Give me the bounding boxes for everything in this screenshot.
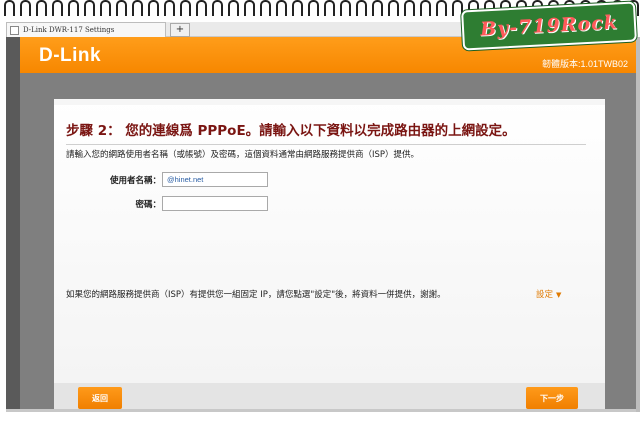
firmware-version: 韌體版本:1.01TWB02 bbox=[541, 59, 628, 69]
wizard-step-title: 步驟 2： 您的連線爲 PPPoE。請輸入以下資料以完成路由器的上網設定。 bbox=[66, 119, 586, 145]
wizard-description: 請輸入您的網路使用者名稱（或帳號）及密碼，這個資料通常由網路服務提供商（ISP）… bbox=[66, 150, 420, 160]
spiral-ring bbox=[404, 0, 415, 16]
spiral-ring bbox=[100, 0, 111, 16]
spiral-ring bbox=[388, 0, 399, 16]
password-label: 密碼： bbox=[135, 200, 161, 210]
static-ip-note: 如果您的網路服務提供商（ISP）有提供您一組固定 IP，請您點選"設定"後，將資… bbox=[66, 290, 446, 300]
spiral-ring bbox=[340, 0, 351, 16]
spiral-ring bbox=[132, 0, 143, 16]
spiral-ring bbox=[148, 0, 159, 16]
new-tab-button[interactable]: + bbox=[170, 23, 190, 37]
spiral-ring bbox=[180, 0, 191, 16]
panel-top-band bbox=[54, 99, 605, 105]
page-favicon-icon bbox=[10, 25, 19, 35]
spiral-ring bbox=[68, 0, 79, 16]
dlink-logo: D-Link bbox=[39, 45, 102, 66]
spiral-ring bbox=[84, 0, 95, 16]
spiral-ring bbox=[196, 0, 207, 16]
spiral-ring bbox=[372, 0, 383, 16]
left-border bbox=[6, 37, 20, 409]
button-bar: 返回 下一步 bbox=[54, 383, 605, 409]
spiral-ring bbox=[244, 0, 255, 16]
spiral-ring bbox=[292, 0, 303, 16]
browser-tab-title: D-Link DWR-117 Settings bbox=[23, 26, 115, 34]
spiral-ring bbox=[36, 0, 47, 16]
spiral-ring bbox=[164, 0, 175, 16]
username-label: 使用者名稱： bbox=[109, 176, 161, 186]
password-row: 密碼： bbox=[54, 196, 605, 212]
setting-link[interactable]: 設定 ▼ bbox=[536, 288, 561, 300]
spiral-ring bbox=[324, 0, 335, 16]
password-input[interactable] bbox=[162, 196, 268, 211]
wizard-panel: 步驟 2： 您的連線爲 PPPoE。請輸入以下資料以完成路由器的上網設定。 請輸… bbox=[54, 99, 605, 409]
username-input[interactable] bbox=[162, 172, 268, 187]
spiral-ring bbox=[420, 0, 431, 16]
next-button[interactable]: 下一步 bbox=[526, 387, 578, 409]
spiral-ring bbox=[308, 0, 319, 16]
spiral-ring bbox=[52, 0, 63, 16]
spiral-ring bbox=[228, 0, 239, 16]
back-button[interactable]: 返回 bbox=[78, 387, 122, 409]
spiral-ring bbox=[212, 0, 223, 16]
spiral-ring bbox=[356, 0, 367, 16]
spiral-ring bbox=[260, 0, 271, 16]
page-shadow-right bbox=[636, 37, 640, 412]
username-row: 使用者名稱： bbox=[54, 172, 605, 188]
spiral-ring bbox=[116, 0, 127, 16]
spiral-ring bbox=[436, 0, 447, 16]
page-frame: D-Link 韌體版本:1.01TWB02 步驟 2： 您的連線爲 PPPoE。… bbox=[6, 37, 636, 409]
page-shadow-bottom bbox=[6, 409, 636, 412]
browser-tab[interactable]: D-Link DWR-117 Settings bbox=[6, 22, 166, 37]
setting-link-label: 設定 bbox=[536, 290, 554, 300]
spiral-ring bbox=[276, 0, 287, 16]
chevron-down-icon: ▼ bbox=[556, 291, 562, 299]
spiral-ring bbox=[20, 0, 31, 16]
spiral-ring bbox=[4, 0, 15, 16]
